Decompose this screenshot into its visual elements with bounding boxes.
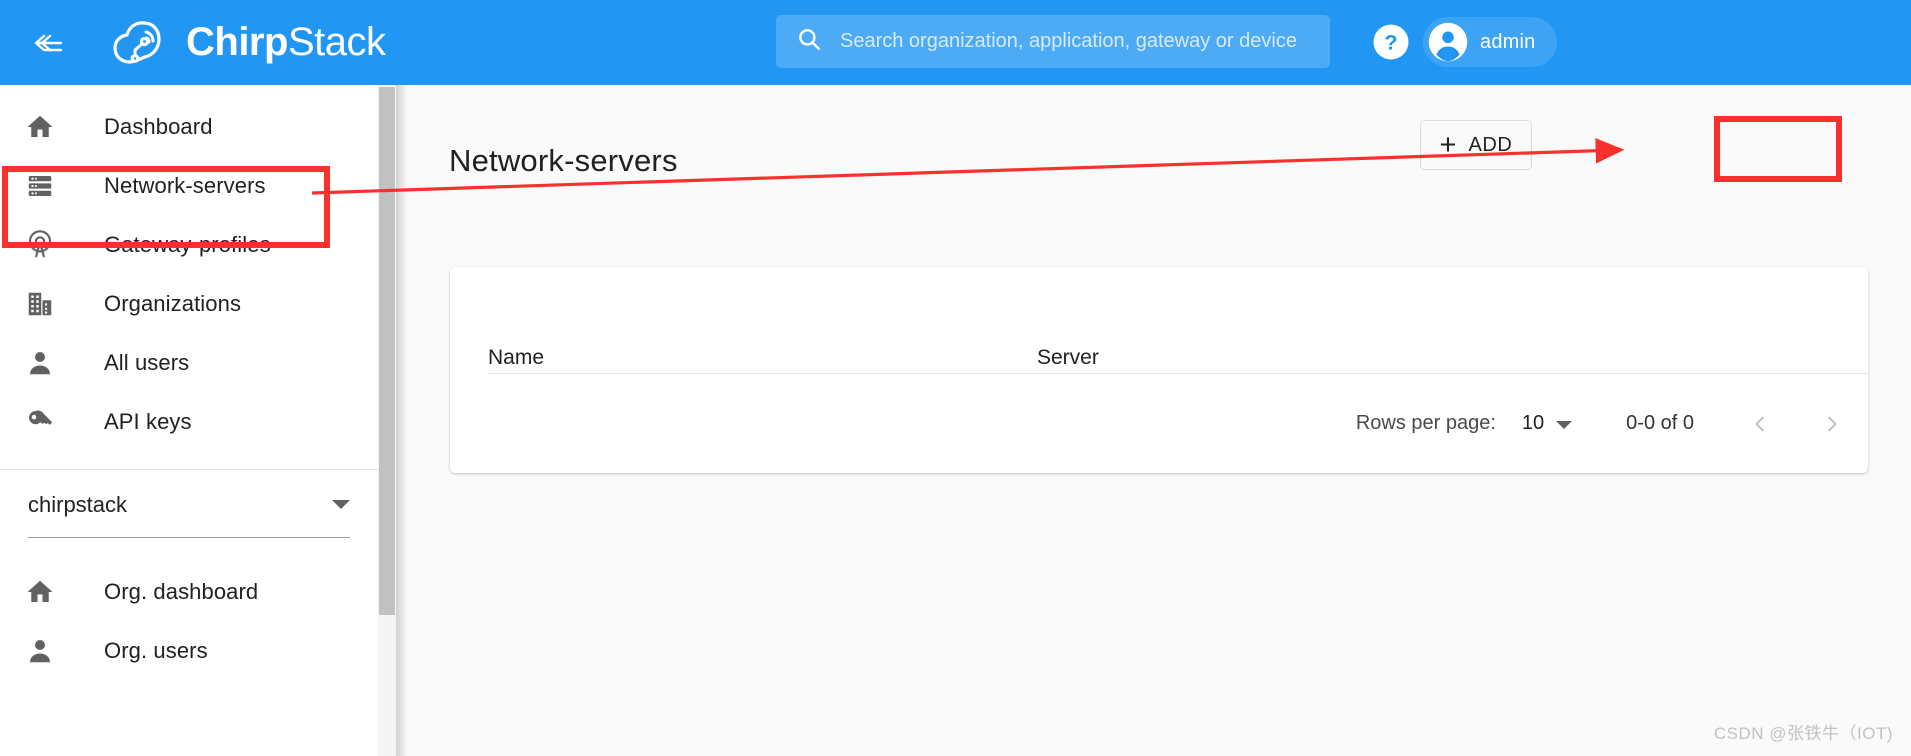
watermark: CSDN @张铁牛（IOT) (1713, 724, 1893, 743)
search-input[interactable] (840, 21, 1310, 62)
table-header: Name Server (450, 267, 1868, 374)
person-icon (18, 348, 62, 378)
chevron-left-icon (1755, 416, 1764, 431)
sidebar-scrollbar-thumb[interactable] (379, 87, 395, 615)
sidebar-item-label: Org. dashboard (104, 578, 259, 604)
app-header: ChirpStack ? (0, 0, 1911, 85)
sidebar-item-label: Gateway-profiles (104, 231, 271, 257)
key-icon (18, 407, 62, 437)
brand-title-bold: Chirp (186, 20, 288, 64)
sidebar-item-api-keys[interactable]: API keys (0, 392, 378, 451)
pagination-next-button[interactable] (1814, 406, 1850, 442)
person-icon (18, 636, 62, 666)
sidebar-item-label: All users (104, 349, 190, 375)
home-icon (18, 577, 62, 607)
column-header-server: Server (1037, 346, 1099, 369)
building-icon (18, 289, 62, 319)
app-root: Network-servers + ADD Name Server Rows p… (0, 0, 1911, 756)
server-stack-icon (18, 171, 62, 201)
sidebar-divider (0, 469, 378, 470)
sidebar-item-gateway-profiles[interactable]: Gateway-profiles (0, 215, 378, 274)
sidebar-item-org-dashboard[interactable]: Org. dashboard (0, 562, 378, 621)
sidebar-item-label: Network-servers (104, 172, 266, 198)
sidebar-item-org-users[interactable]: Org. users (0, 621, 378, 680)
user-name: admin (1480, 30, 1536, 53)
chevron-down-icon (332, 500, 350, 509)
brand-title-light: Stack (287, 20, 386, 64)
chevron-down-icon (1556, 421, 1573, 429)
plus-icon: + (1439, 128, 1457, 161)
sidebar-item-label: Organizations (104, 290, 242, 316)
add-button-label: ADD (1468, 133, 1513, 156)
sidebar-item-organizations[interactable]: Organizations (0, 274, 378, 333)
user-menu-button[interactable]: admin (1423, 17, 1558, 67)
rows-per-page-select[interactable]: 10 (1521, 412, 1573, 435)
column-header-name: Name (488, 346, 545, 369)
sidebar-item-label: Org. users (104, 637, 208, 663)
brand-title: ChirpStack (186, 20, 386, 65)
network-servers-table-card: Name Server Rows per page: 10 0-0 of 0 (450, 267, 1868, 473)
organization-select[interactable]: chirpstack (28, 492, 350, 538)
search-icon (796, 26, 822, 57)
sidebar: Dashboard Network-servers Gateway-profil… (0, 85, 378, 756)
menu-collapse-icon[interactable] (18, 13, 78, 73)
svg-text:?: ? (1384, 30, 1397, 55)
sidebar-item-network-servers[interactable]: Network-servers (0, 156, 378, 215)
brand-logo-link[interactable]: ChirpStack (110, 15, 386, 71)
help-circle-icon: ? (1373, 24, 1409, 60)
table-pagination: Rows per page: 10 0-0 of 0 (450, 374, 1868, 473)
page-title: Network-servers (449, 143, 678, 178)
main-content: Network-servers + ADD Name Server Rows p… (396, 85, 1911, 756)
add-button[interactable]: + ADD (1420, 120, 1532, 170)
organization-select-value: chirpstack (28, 492, 128, 517)
sidebar-item-label: Dashboard (104, 113, 213, 139)
sidebar-item-dashboard[interactable]: Dashboard (0, 97, 378, 156)
account-circle-icon (1427, 21, 1469, 63)
sidebar-item-label: API keys (104, 408, 192, 434)
global-search[interactable] (776, 15, 1330, 68)
chevron-right-icon (1828, 416, 1837, 431)
help-button[interactable]: ? (1371, 22, 1411, 62)
pagination-range-label: 0-0 of 0 (1626, 412, 1694, 434)
sidebar-item-all-users[interactable]: All users (0, 333, 378, 392)
antenna-icon (18, 229, 62, 260)
rows-per-page-value: 10 (1521, 412, 1545, 434)
chirpstack-cloud-logo (110, 15, 172, 71)
home-icon (18, 112, 62, 142)
rows-per-page-label: Rows per page: (1355, 412, 1496, 434)
pagination-prev-button[interactable] (1742, 406, 1778, 442)
